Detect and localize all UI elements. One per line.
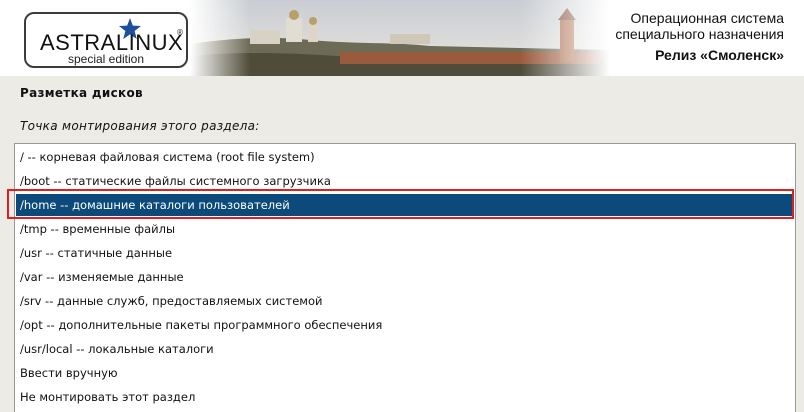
mount-point-question: Точка монтирования этого раздела: (20, 119, 260, 133)
list-item-tmp[interactable]: /tmp -- временные файлы (16, 218, 792, 240)
page-title: Разметка дисков (20, 86, 143, 100)
list-item-do-not-mount[interactable]: Не монтировать этот раздел (16, 386, 792, 408)
astralinux-logo: ASTRALINUX ® special edition (24, 12, 188, 68)
smolensk-panorama-image (190, 0, 610, 76)
os-title-line1: Операционная система (630, 10, 784, 26)
release-name: Релиз «Смоленск» (655, 47, 784, 63)
list-item-usr[interactable]: /usr -- статичные данные (16, 242, 792, 264)
logo-subtitle: special edition (67, 52, 145, 66)
release-info: Операционная система специального назнач… (615, 10, 784, 64)
list-item-var[interactable]: /var -- изменяемые данные (16, 266, 792, 288)
os-title-line2: специального назначения (615, 26, 784, 42)
registered-mark: ® (176, 28, 184, 37)
installer-header: ASTRALINUX ® special edition Операционна… (0, 0, 804, 76)
list-item-srv[interactable]: /srv -- данные служб, предоставляемых си… (16, 290, 792, 312)
mount-point-list[interactable]: / -- корневая файловая система (root fil… (14, 143, 796, 412)
list-item-manual[interactable]: Ввести вручную (16, 362, 792, 384)
logo-title: ASTRALINUX (40, 30, 184, 55)
list-item-usr-local[interactable]: /usr/local -- локальные каталоги (16, 338, 792, 360)
selection-highlight-frame (7, 189, 794, 219)
list-item-root[interactable]: / -- корневая файловая система (root fil… (16, 146, 792, 168)
list-item-opt[interactable]: /opt -- дополнительные пакеты программно… (16, 314, 792, 336)
